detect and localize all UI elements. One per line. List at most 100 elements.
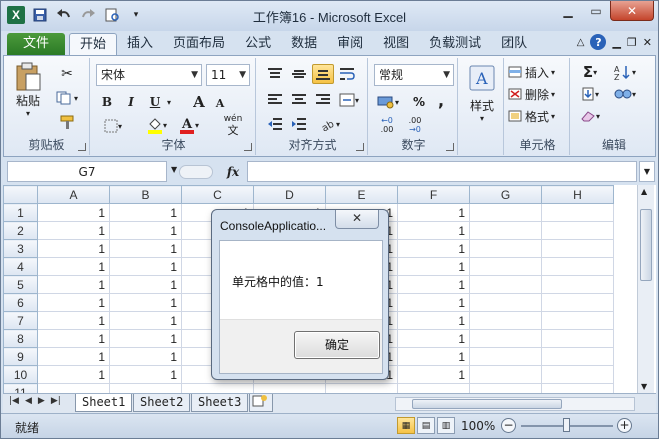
normal-view-icon[interactable]: ▦ [397, 417, 415, 434]
column-header[interactable]: E [325, 185, 398, 204]
select-all-corner[interactable] [3, 185, 38, 204]
close-icon[interactable]: ✕ [610, 1, 654, 21]
sheet-tab-sheet1[interactable]: Sheet1 [75, 394, 133, 412]
decrease-indent-icon[interactable] [264, 114, 286, 134]
cell[interactable] [541, 275, 614, 294]
font-launcher-icon[interactable] [244, 143, 252, 151]
help-icon[interactable]: ? [590, 34, 607, 50]
cell[interactable] [397, 383, 470, 393]
number-format-combo[interactable]: 常规 ▼ [374, 64, 454, 86]
cell[interactable]: 1 [109, 293, 182, 312]
formula-input[interactable] [247, 161, 637, 182]
cell[interactable] [253, 383, 326, 393]
row-header[interactable]: 9 [3, 347, 38, 366]
horizontal-scrollbar[interactable] [395, 397, 635, 411]
tab-file[interactable]: 文件 [7, 33, 66, 55]
row-header[interactable]: 8 [3, 329, 38, 348]
doc-restore-icon[interactable]: ❐ [627, 36, 637, 49]
cell[interactable] [325, 383, 398, 393]
align-top-icon[interactable] [264, 64, 286, 84]
minimize-ribbon-icon[interactable]: △ [577, 37, 585, 48]
cell[interactable]: 1 [37, 347, 110, 366]
cell[interactable] [469, 311, 542, 330]
tab-data[interactable]: 数据 [281, 33, 327, 55]
cell[interactable]: 1 [397, 293, 470, 312]
cell[interactable]: 1 [109, 311, 182, 330]
name-box-dropdown-icon[interactable]: ▼ [171, 165, 177, 174]
horizontal-scroll-thumb[interactable] [412, 399, 562, 409]
insert-cells-button[interactable]: 插入 ▾ [508, 62, 568, 82]
cell[interactable]: 1 [37, 293, 110, 312]
cell[interactable]: 1 [397, 221, 470, 240]
cell[interactable]: 1 [397, 257, 470, 276]
cell[interactable] [541, 203, 614, 222]
tab-review[interactable]: 审阅 [327, 33, 373, 55]
column-header[interactable]: F [397, 185, 470, 204]
underline-button[interactable]: U [146, 92, 164, 112]
grow-font-button[interactable]: A [190, 92, 208, 112]
wrap-text-icon[interactable] [336, 64, 358, 84]
column-header[interactable]: B [109, 185, 182, 204]
cell[interactable] [469, 221, 542, 240]
cell[interactable] [469, 275, 542, 294]
ok-button[interactable]: 确定 [294, 331, 380, 359]
find-select-icon[interactable]: ▾ [610, 84, 640, 104]
tab-load-test[interactable]: 负载测试 [419, 33, 491, 55]
sheet-tab-sheet2[interactable]: Sheet2 [133, 394, 191, 412]
tab-team[interactable]: 团队 [491, 33, 537, 55]
cell[interactable]: 1 [397, 275, 470, 294]
zoom-level[interactable]: 100% [461, 419, 495, 433]
dialog-close-icon[interactable]: ✕ [335, 210, 379, 229]
cell[interactable] [469, 293, 542, 312]
column-header[interactable]: D [253, 185, 326, 204]
tab-page-layout[interactable]: 页面布局 [163, 33, 235, 55]
comma-button[interactable]: , [432, 90, 450, 110]
cell[interactable]: 1 [109, 221, 182, 240]
scroll-up-icon[interactable]: ▲ [641, 187, 647, 196]
row-header[interactable]: 10 [3, 365, 38, 384]
borders-icon[interactable]: ▾ [100, 116, 126, 136]
styles-button[interactable]: A 样式 ▾ [464, 62, 500, 126]
copy-icon[interactable]: ▾ [54, 88, 80, 108]
orientation-icon[interactable]: ab ▾ [316, 114, 344, 134]
column-header[interactable]: G [469, 185, 542, 204]
doc-minimize-icon[interactable]: ▁ [612, 36, 620, 49]
scroll-down-icon[interactable]: ▼ [641, 382, 647, 391]
align-middle-icon[interactable] [288, 64, 310, 84]
cell[interactable]: 1 [397, 347, 470, 366]
cell[interactable] [541, 311, 614, 330]
cell[interactable]: 1 [109, 347, 182, 366]
increase-decimal-button[interactable]: ←0.00 [374, 114, 400, 136]
italic-button[interactable]: I [122, 92, 140, 112]
increase-indent-icon[interactable] [288, 114, 310, 134]
cell[interactable]: 1 [37, 239, 110, 258]
cell[interactable] [469, 329, 542, 348]
tab-view[interactable]: 视图 [373, 33, 419, 55]
column-header[interactable]: A [37, 185, 110, 204]
cell[interactable]: 1 [397, 365, 470, 384]
zoom-in-icon[interactable]: + [617, 418, 632, 433]
cell[interactable]: 1 [397, 239, 470, 258]
cell[interactable]: 1 [109, 257, 182, 276]
delete-cells-button[interactable]: 删除 ▾ [508, 84, 568, 104]
minimize-icon[interactable]: ▁ [554, 1, 582, 21]
cell[interactable]: 1 [37, 203, 110, 222]
align-left-icon[interactable] [264, 90, 286, 110]
cell[interactable] [469, 383, 542, 393]
cell[interactable]: 1 [37, 329, 110, 348]
vertical-scrollbar[interactable]: ▲ ▼ [637, 185, 654, 393]
format-painter-icon[interactable] [54, 112, 80, 132]
cell[interactable]: 1 [37, 257, 110, 276]
first-sheet-icon[interactable]: |◀ [9, 396, 19, 406]
cell[interactable]: 1 [37, 275, 110, 294]
cell[interactable]: 1 [109, 203, 182, 222]
cell[interactable]: 1 [109, 275, 182, 294]
align-right-icon[interactable] [312, 90, 334, 110]
bold-button[interactable]: B [98, 92, 116, 112]
row-header[interactable]: 1 [3, 203, 38, 222]
clear-icon[interactable]: ▾ [576, 106, 604, 126]
cell[interactable]: 1 [37, 311, 110, 330]
cell[interactable]: 1 [397, 203, 470, 222]
vertical-scroll-thumb[interactable] [640, 209, 652, 281]
fill-icon[interactable]: ▾ [576, 84, 604, 104]
